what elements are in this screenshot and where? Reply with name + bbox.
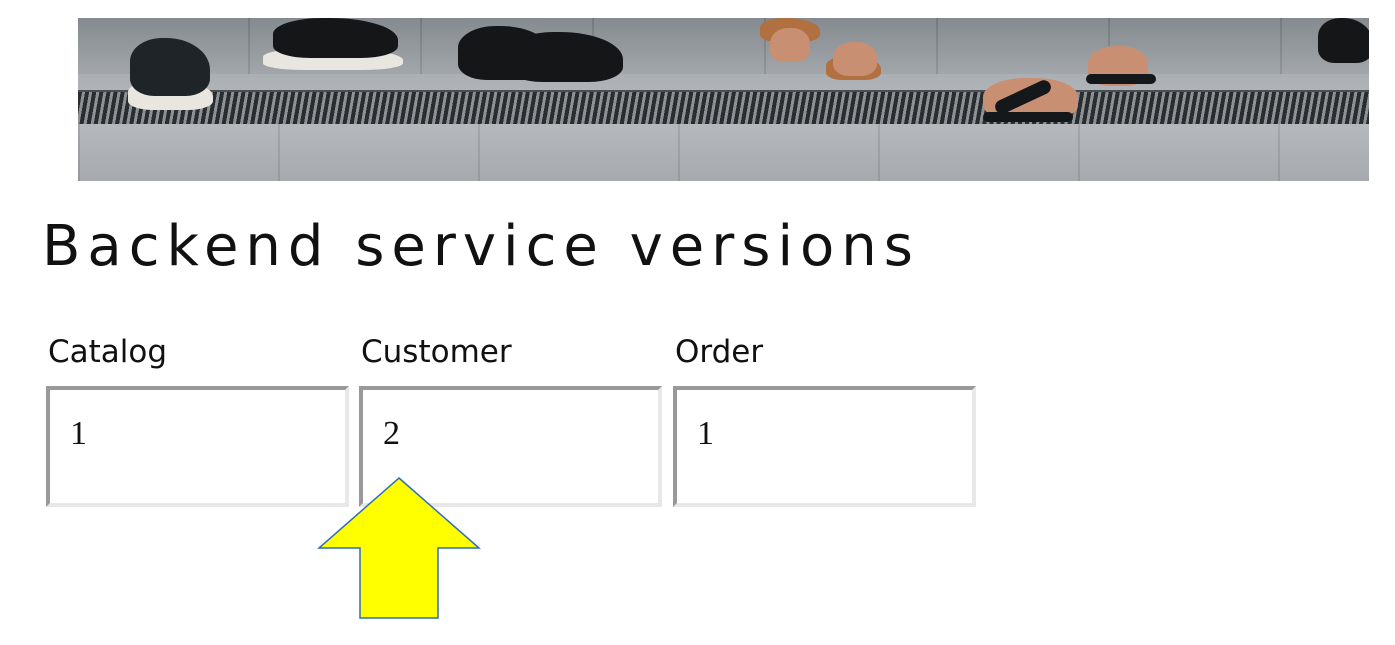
hero-sandal-sole: [1086, 74, 1156, 84]
customer-version-field: Customer 2: [359, 330, 664, 507]
hero-image: [78, 18, 1369, 181]
order-label: Order: [675, 334, 764, 370]
hero-shoe: [1318, 18, 1369, 63]
catalog-version-box: 1: [46, 386, 349, 507]
catalog-label: Catalog: [48, 334, 168, 370]
catalog-version-field: Catalog 1: [46, 330, 351, 507]
hero-drain-grate: [78, 90, 1369, 126]
order-version-field: Order 1: [673, 330, 978, 507]
order-version-box: 1: [673, 386, 976, 507]
hero-foot: [770, 28, 810, 62]
hero-foot: [833, 42, 877, 76]
customer-label: Customer: [361, 334, 512, 370]
up-arrow-icon: [317, 477, 481, 619]
hero-pavement: [78, 124, 1369, 181]
up-arrow-shape: [317, 477, 481, 619]
hero-shoe: [273, 18, 398, 58]
hero-sandal-sole: [983, 112, 1073, 122]
page-title: Backend service versions: [42, 214, 920, 279]
